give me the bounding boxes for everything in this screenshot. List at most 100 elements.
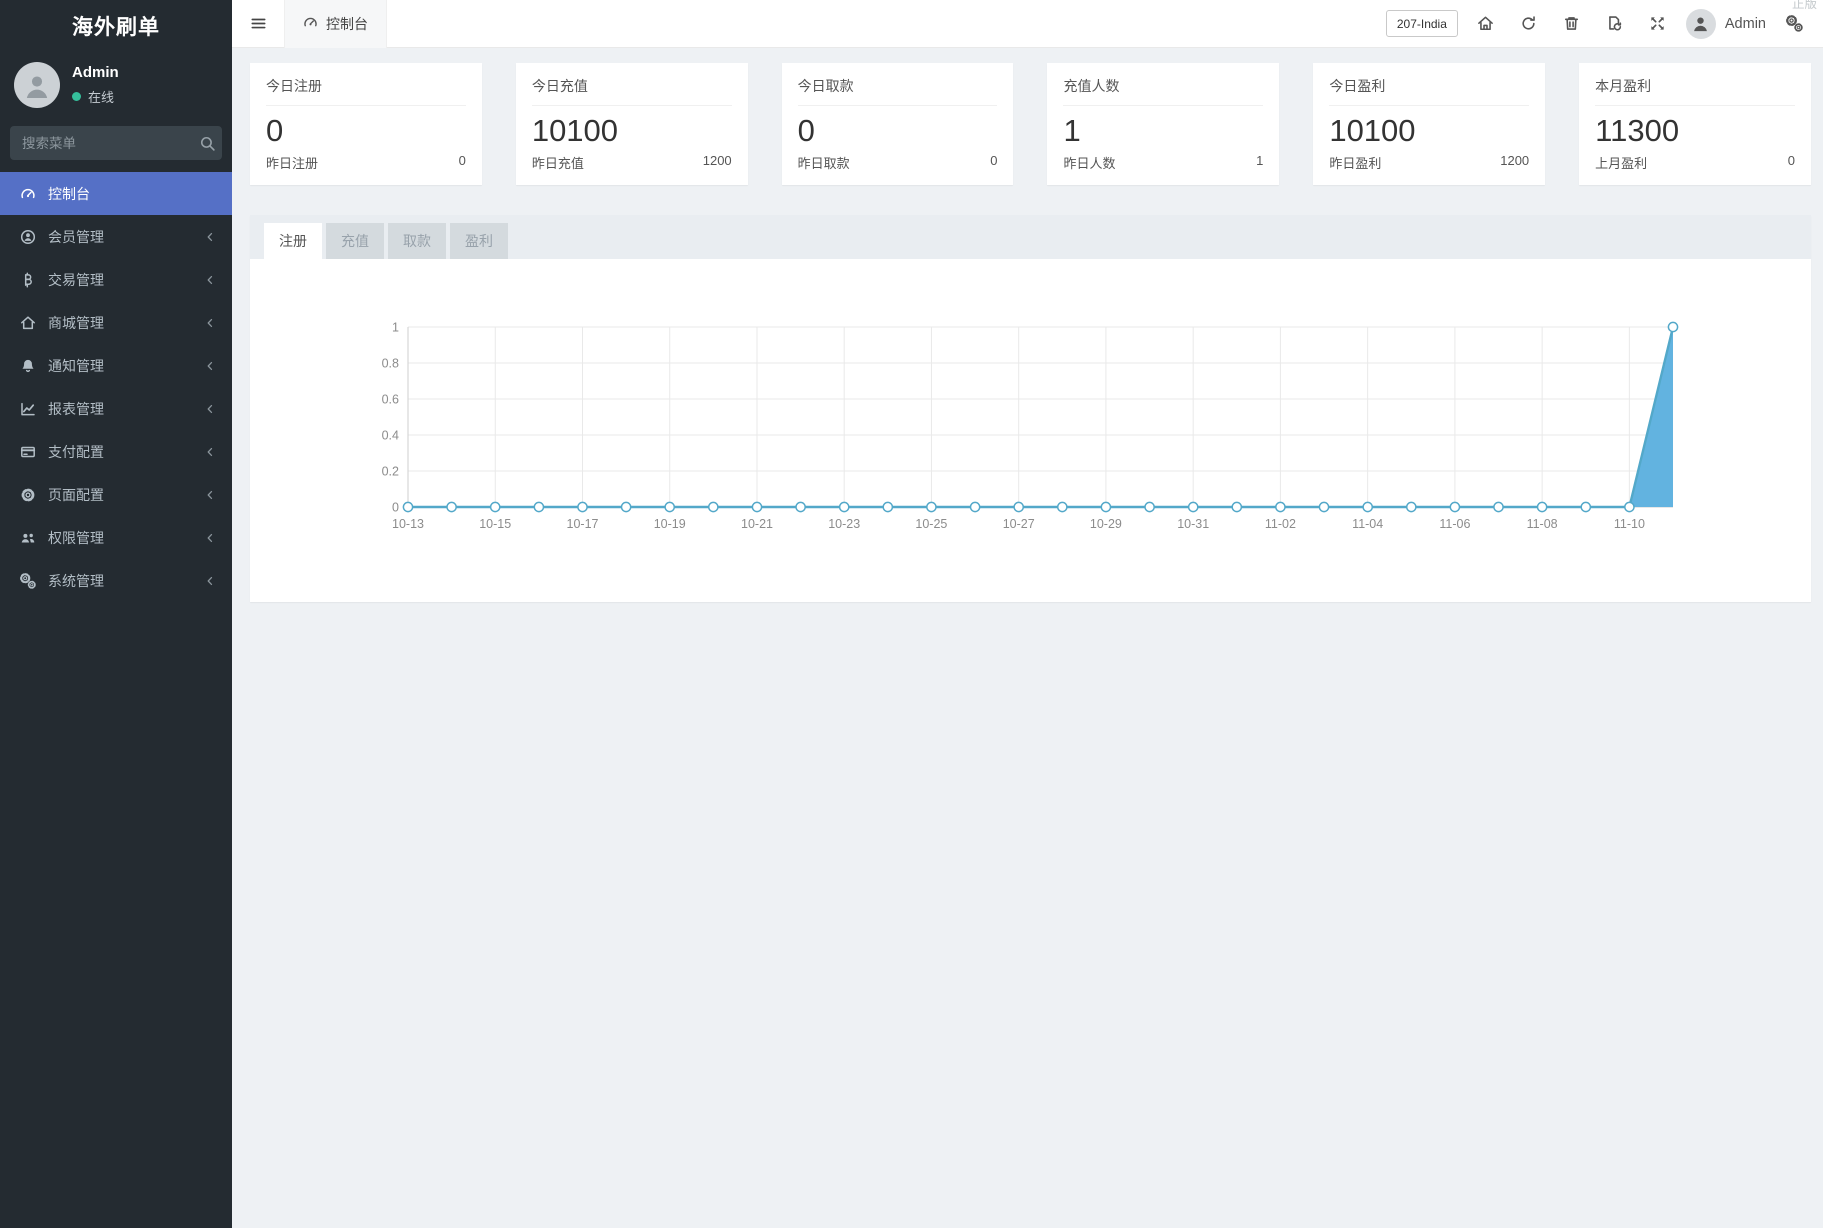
stat-card: 今日取款0昨日取款0 xyxy=(782,63,1014,185)
bitcoin-icon xyxy=(18,272,37,288)
bell-icon xyxy=(18,358,37,374)
watermark: 正版 xyxy=(1792,0,1817,12)
clear-cache-icon[interactable] xyxy=(1600,9,1630,39)
stat-cards-row: 今日注册0昨日注册0今日充值10100昨日充值1200今日取款0昨日取款0充值人… xyxy=(250,63,1811,185)
stat-card: 本月盈利11300上月盈利0 xyxy=(1579,63,1811,185)
chart-icon xyxy=(18,401,37,417)
svg-text:0.8: 0.8 xyxy=(382,357,399,371)
stat-title: 今日盈利 xyxy=(1313,63,1545,105)
avatar xyxy=(14,62,60,108)
svg-text:10-21: 10-21 xyxy=(741,517,773,531)
chevron-left-icon xyxy=(204,446,216,458)
dashboard-icon xyxy=(18,186,37,202)
stat-value: 0 xyxy=(782,106,1014,148)
chevron-left-icon xyxy=(204,231,216,243)
svg-text:0.6: 0.6 xyxy=(382,393,399,407)
stat-sub-label: 昨日盈利 xyxy=(1329,153,1381,172)
sidebar-item-label: 报表管理 xyxy=(48,399,204,419)
sidebar-item-1[interactable]: 会员管理 xyxy=(0,215,232,258)
stat-value: 1 xyxy=(1047,106,1279,148)
stat-sub-label: 昨日注册 xyxy=(266,153,318,172)
dashboard-icon xyxy=(303,15,318,33)
app-title: 海外刷单 xyxy=(0,0,232,52)
online-status-dot xyxy=(72,92,81,101)
svg-text:10-27: 10-27 xyxy=(1003,517,1035,531)
user-icon xyxy=(18,229,37,245)
trash-icon[interactable] xyxy=(1557,9,1587,39)
stat-sub-value: 1200 xyxy=(703,153,732,172)
stat-card: 今日盈利10100昨日盈利1200 xyxy=(1313,63,1545,185)
sidebar-item-8[interactable]: 权限管理 xyxy=(0,516,232,559)
svg-text:10-15: 10-15 xyxy=(479,517,511,531)
svg-text:11-10: 11-10 xyxy=(1614,517,1645,531)
chevron-left-icon xyxy=(204,274,216,286)
svg-text:10-31: 10-31 xyxy=(1177,517,1209,531)
sidebar-item-4[interactable]: 通知管理 xyxy=(0,344,232,387)
sidebar-item-label: 权限管理 xyxy=(48,528,204,548)
sidebar-item-label: 支付配置 xyxy=(48,442,204,462)
tab-充值[interactable]: 充值 xyxy=(326,223,384,259)
chevron-left-icon xyxy=(204,360,216,372)
svg-text:10-13: 10-13 xyxy=(392,517,424,531)
sidebar-item-6[interactable]: 支付配置 xyxy=(0,430,232,473)
expand-icon[interactable] xyxy=(1643,9,1673,39)
sidebar-search xyxy=(10,126,222,160)
sidebar-item-label: 商城管理 xyxy=(48,313,204,333)
stat-title: 充值人数 xyxy=(1047,63,1279,105)
chart-panel: 注册充值取款盈利 00.20.40.60.8110-1310-1510-1710… xyxy=(250,215,1811,602)
svg-text:11-06: 11-06 xyxy=(1439,517,1470,531)
svg-text:0.4: 0.4 xyxy=(382,429,399,443)
cogs-icon[interactable] xyxy=(1779,9,1809,39)
home-icon[interactable] xyxy=(1471,9,1501,39)
tab-取款[interactable]: 取款 xyxy=(388,223,446,259)
avatar xyxy=(1686,9,1716,39)
gear-icon xyxy=(18,487,37,503)
svg-text:10-17: 10-17 xyxy=(567,517,599,531)
stat-card: 今日注册0昨日注册0 xyxy=(250,63,482,185)
sidebar-item-5[interactable]: 报表管理 xyxy=(0,387,232,430)
sidebar-item-label: 会员管理 xyxy=(48,227,204,247)
navbar-tab-dashboard[interactable]: 控制台 xyxy=(284,0,387,48)
region-input[interactable] xyxy=(1386,10,1458,37)
store-icon xyxy=(18,315,37,331)
svg-text:10-25: 10-25 xyxy=(915,517,947,531)
stat-sub-value: 0 xyxy=(459,153,466,172)
navbar-user-label: Admin xyxy=(1725,16,1766,32)
svg-text:1: 1 xyxy=(392,321,399,335)
sidebar-item-label: 页面配置 xyxy=(48,485,204,505)
sidebar-item-2[interactable]: 交易管理 xyxy=(0,258,232,301)
stat-sub-value: 0 xyxy=(1788,153,1795,172)
search-input[interactable] xyxy=(22,136,199,151)
svg-text:10-19: 10-19 xyxy=(654,517,686,531)
navbar-user[interactable]: Admin xyxy=(1686,9,1766,39)
search-icon[interactable] xyxy=(199,129,216,157)
users-icon xyxy=(18,530,37,546)
hamburger-icon[interactable] xyxy=(232,0,284,48)
tab-注册[interactable]: 注册 xyxy=(264,223,322,259)
sidebar-item-9[interactable]: 系统管理 xyxy=(0,559,232,602)
stat-card: 今日充值10100昨日充值1200 xyxy=(516,63,748,185)
sidebar-menu: 控制台会员管理交易管理商城管理通知管理报表管理支付配置页面配置权限管理系统管理 xyxy=(0,172,232,602)
refresh-icon[interactable] xyxy=(1514,9,1544,39)
svg-text:10-23: 10-23 xyxy=(828,517,860,531)
chevron-left-icon xyxy=(204,575,216,587)
tab-盈利[interactable]: 盈利 xyxy=(450,223,508,259)
top-navbar: 控制台 Admin 正版 xyxy=(232,0,1823,48)
sidebar-item-label: 交易管理 xyxy=(48,270,204,290)
stat-value: 0 xyxy=(250,106,482,148)
svg-text:11-08: 11-08 xyxy=(1527,517,1558,531)
svg-text:0.2: 0.2 xyxy=(382,465,399,479)
chevron-left-icon xyxy=(204,489,216,501)
registrations-chart: 00.20.40.60.8110-1310-1510-1710-1910-211… xyxy=(346,317,1746,559)
sidebar-item-3[interactable]: 商城管理 xyxy=(0,301,232,344)
stat-card: 充值人数1昨日人数1 xyxy=(1047,63,1279,185)
stat-sub-value: 1 xyxy=(1256,153,1263,172)
cogs-icon xyxy=(18,573,37,589)
sidebar-item-0[interactable]: 控制台 xyxy=(0,172,232,215)
stat-sub-value: 1200 xyxy=(1500,153,1529,172)
stat-value: 10100 xyxy=(516,106,748,148)
sidebar-item-7[interactable]: 页面配置 xyxy=(0,473,232,516)
stat-sub-label: 昨日人数 xyxy=(1063,153,1115,172)
sidebar-item-label: 系统管理 xyxy=(48,571,204,591)
credit-card-icon xyxy=(18,444,37,460)
